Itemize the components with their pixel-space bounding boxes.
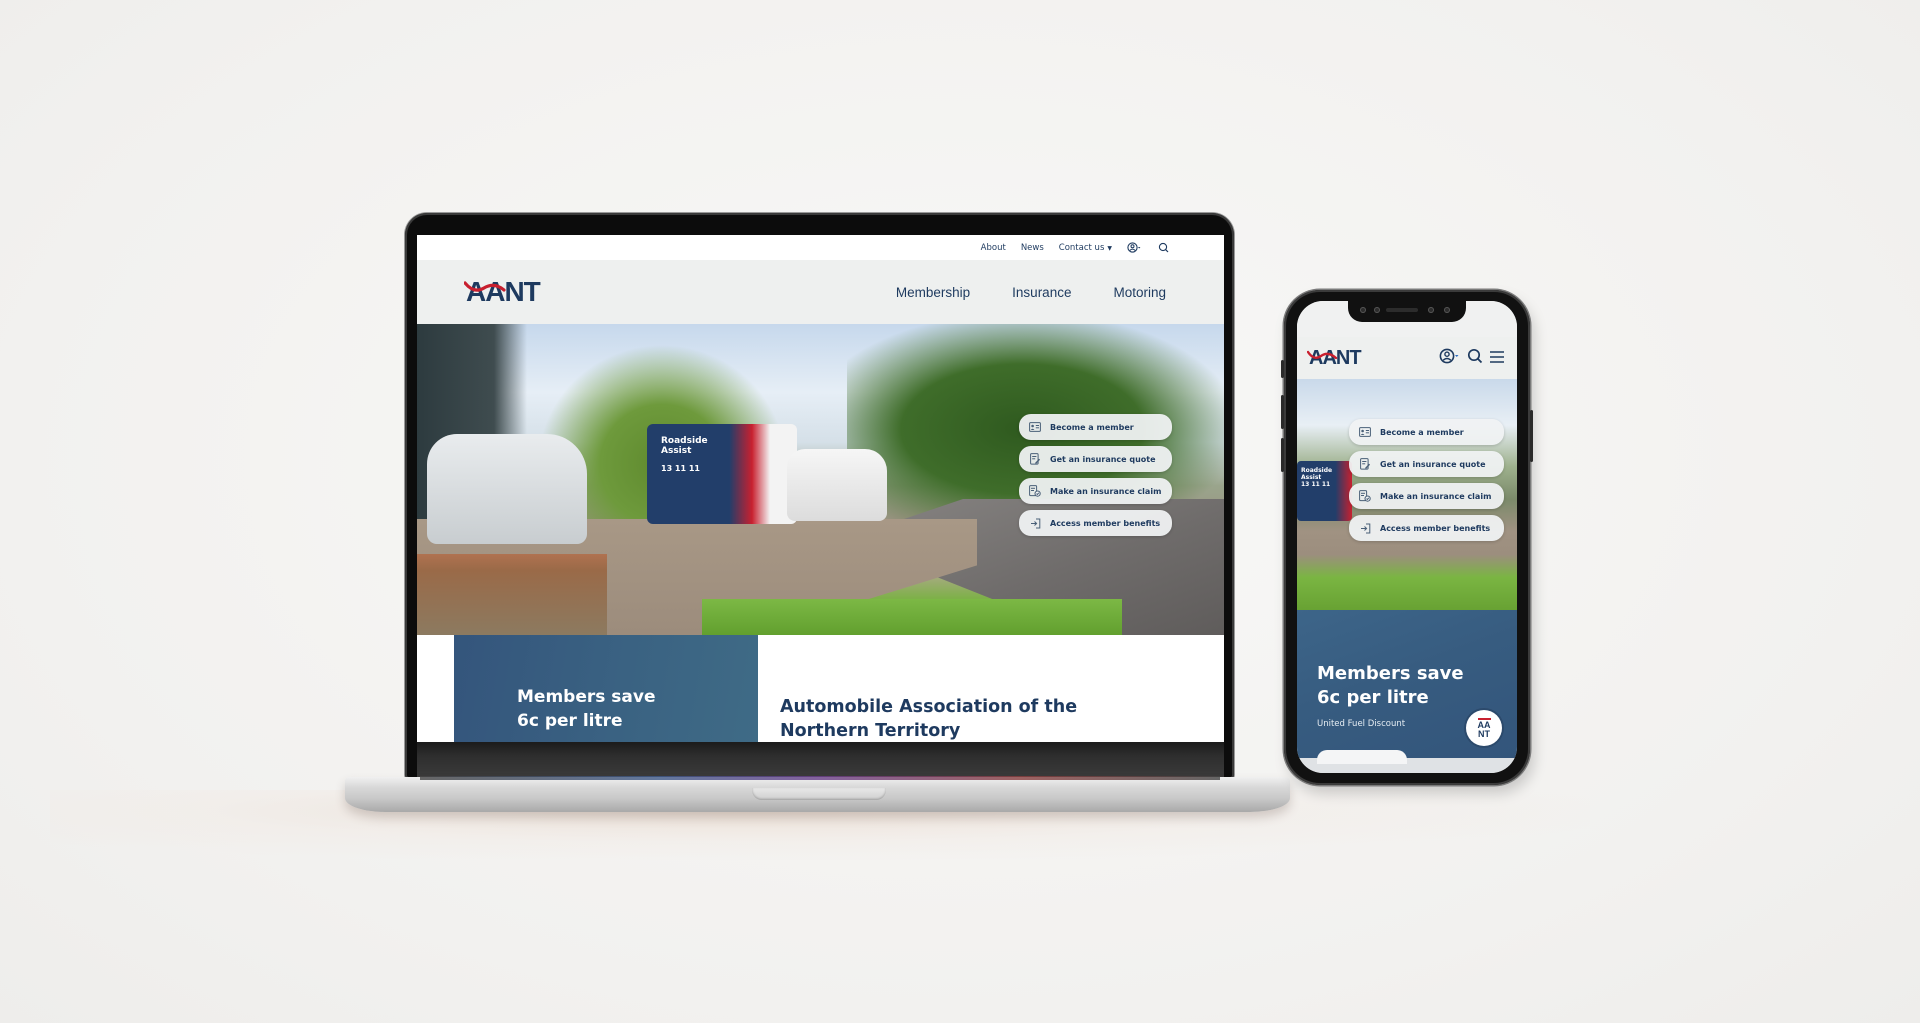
insurance-claim-label: Make an insurance claim xyxy=(1380,491,1492,501)
member-benefits-button[interactable]: Access member benefits xyxy=(1019,510,1172,536)
phone-mute-switch xyxy=(1281,360,1284,378)
notch-sensor xyxy=(1444,307,1450,313)
intro-heading: Automobile Association of the Northern T… xyxy=(780,695,1110,742)
member-benefits-button[interactable]: Access member benefits xyxy=(1349,515,1504,541)
promo-title: Members save 6c per litre xyxy=(517,685,655,733)
menu-icon xyxy=(1490,350,1504,363)
mobile-fuel-promo-card[interactable]: Members save 6c per litre United Fuel Di… xyxy=(1297,610,1517,764)
promo-subtitle: United Fuel Discount xyxy=(1317,719,1406,729)
promo-title-line1: Members save xyxy=(1317,663,1464,684)
notch-sensor xyxy=(1428,307,1434,313)
laptop-bezel-chin xyxy=(417,742,1224,777)
aant-logo[interactable]: AANT xyxy=(464,276,541,308)
caret-down-icon: ▼ xyxy=(1107,244,1112,252)
aant-logo[interactable]: AANT xyxy=(1307,347,1362,370)
van-label: Roadside Assist xyxy=(661,436,708,456)
become-member-label: Become a member xyxy=(1050,422,1134,432)
phone-volume-down xyxy=(1281,438,1284,472)
hero-image: Roadside Assist 13 11 11 Become a member… xyxy=(417,324,1224,635)
van-label: Roadside Assist 13 11 11 xyxy=(1301,467,1332,488)
content-section: Members save 6c per litre Automobile Ass… xyxy=(417,635,1224,742)
search-icon xyxy=(1467,348,1483,364)
quick-links: Become a member Get an insurance quote M… xyxy=(1019,414,1172,536)
become-member-button[interactable]: Become a member xyxy=(1019,414,1172,440)
logo-swoosh-icon xyxy=(464,281,506,292)
van-label-line2: Assist xyxy=(661,446,692,456)
login-arrow-icon xyxy=(1359,522,1371,534)
laptop-opening-notch xyxy=(752,788,886,800)
hero-van-cab xyxy=(787,449,887,521)
mobile-hero-image: Roadside Assist 13 11 11 Become a member… xyxy=(1297,379,1517,610)
mobile-quick-links: Become a member Get an insurance quote M… xyxy=(1349,419,1504,541)
notch-speaker xyxy=(1386,308,1418,312)
contact-us-label: Contact us xyxy=(1058,242,1105,253)
nav-link-contact-us[interactable]: Contact us ▼ xyxy=(1059,243,1112,253)
login-arrow-icon xyxy=(1029,517,1041,529)
nav-item-membership[interactable]: Membership xyxy=(896,285,970,300)
member-benefits-label: Access member benefits xyxy=(1380,523,1491,533)
document-check-icon xyxy=(1029,485,1041,497)
notch-sensor xyxy=(1360,307,1366,313)
primary-nav: Membership Insurance Motoring xyxy=(896,285,1166,300)
van-label-line1: Roadside xyxy=(661,436,708,446)
promo-title-line1: Members save xyxy=(517,687,656,707)
intro-heading-line2: Northern Territory xyxy=(780,721,961,741)
insurance-quote-label: Get an insurance quote xyxy=(1380,459,1486,469)
become-member-label: Become a member xyxy=(1380,427,1464,437)
utility-bar: About News Contact us ▼ xyxy=(417,235,1224,260)
search-button[interactable] xyxy=(1156,242,1170,254)
laptop-keyboard-edge xyxy=(420,776,1220,780)
insurance-claim-button[interactable]: Make an insurance claim xyxy=(1019,478,1172,504)
nav-item-insurance[interactable]: Insurance xyxy=(1012,285,1071,300)
van-phone: 13 11 11 xyxy=(1301,481,1331,488)
insurance-claim-label: Make an insurance claim xyxy=(1050,486,1162,496)
account-menu-button[interactable] xyxy=(1127,242,1141,254)
logo-swoosh-icon xyxy=(1307,350,1338,359)
insurance-quote-label: Get an insurance quote xyxy=(1050,454,1156,464)
phone-notch xyxy=(1348,298,1466,322)
promo-title: Members save 6c per litre xyxy=(1317,662,1464,710)
van-label-line1: Roadside xyxy=(1301,467,1333,474)
id-card-icon xyxy=(1029,421,1041,433)
promo-title-line2: 6c per litre xyxy=(517,711,623,731)
van-phone: 13 11 11 xyxy=(661,464,700,473)
insurance-claim-button[interactable]: Make an insurance claim xyxy=(1349,483,1504,509)
account-icon xyxy=(1439,348,1459,364)
document-edit-icon xyxy=(1359,458,1371,470)
main-header: AANT Membership Insurance Motoring xyxy=(417,260,1224,324)
badge-top: AA xyxy=(1477,717,1491,730)
document-edit-icon xyxy=(1029,453,1041,465)
insurance-quote-button[interactable]: Get an insurance quote xyxy=(1349,451,1504,477)
account-icon xyxy=(1127,242,1141,253)
aant-badge-logo: AA NT xyxy=(1466,710,1502,746)
become-member-button[interactable]: Become a member xyxy=(1349,419,1504,445)
nav-link-about[interactable]: About xyxy=(981,243,1006,253)
fuel-promo-card[interactable]: Members save 6c per litre xyxy=(454,635,758,742)
promo-title-line2: 6c per litre xyxy=(1317,687,1429,708)
id-card-icon xyxy=(1359,426,1371,438)
member-benefits-label: Access member benefits xyxy=(1050,518,1161,528)
badge-bottom: NT xyxy=(1478,728,1490,739)
nav-link-news[interactable]: News xyxy=(1021,243,1044,253)
mobile-header-icons xyxy=(1439,348,1505,368)
promo-cta-button[interactable] xyxy=(1317,750,1407,764)
van-label-line2: Assist xyxy=(1301,474,1322,481)
hero-garden-bed xyxy=(417,554,607,635)
laptop-screen: About News Contact us ▼ AANT Membership … xyxy=(417,235,1224,742)
search-button[interactable] xyxy=(1467,348,1483,368)
mobile-header: AANT xyxy=(1297,337,1517,379)
account-menu-button[interactable] xyxy=(1439,348,1461,368)
document-check-icon xyxy=(1359,490,1371,502)
hero-lawn xyxy=(702,599,1122,635)
phone-power-button xyxy=(1530,410,1533,462)
search-icon xyxy=(1158,242,1168,253)
intro-heading-line1: Automobile Association of the xyxy=(780,697,1078,717)
phone-screen: AANT Roadside Assist 13 11 11 Become a m… xyxy=(1297,301,1517,773)
nav-item-motoring[interactable]: Motoring xyxy=(1113,285,1166,300)
phone-volume-up xyxy=(1281,395,1284,429)
notch-camera xyxy=(1374,307,1380,313)
hero-ute xyxy=(427,434,587,544)
menu-button[interactable] xyxy=(1489,349,1505,368)
insurance-quote-button[interactable]: Get an insurance quote xyxy=(1019,446,1172,472)
